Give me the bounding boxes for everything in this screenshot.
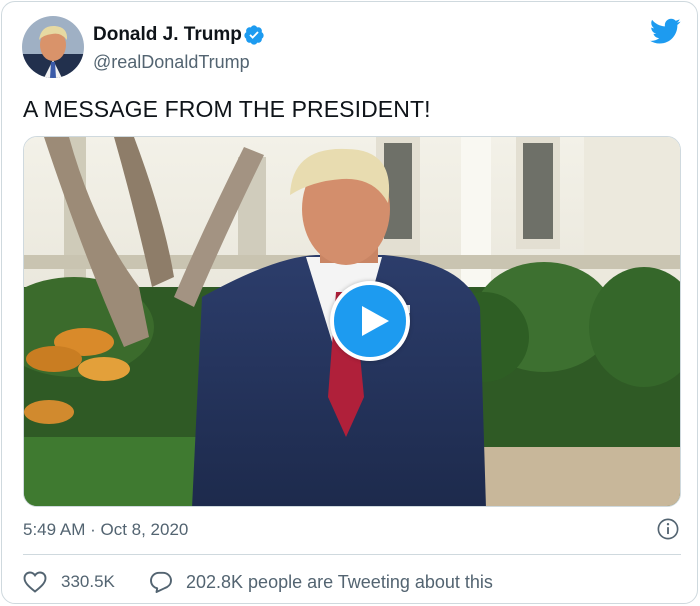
tweeting-about-text: 202.8K people are Tweeting about this xyxy=(186,571,493,592)
divider xyxy=(23,554,681,555)
heart-icon xyxy=(23,571,47,593)
tweet-about-this-button[interactable]: 202.8K people are Tweeting about this xyxy=(149,568,493,596)
speech-bubble-icon xyxy=(150,571,172,593)
tweet-card[interactable]: Donald J. Trump @realDonaldTrump A MESSA… xyxy=(1,1,698,604)
tweet-timestamp[interactable]: 5:49 AM · Oct 8, 2020 xyxy=(23,520,188,540)
info-icon[interactable] xyxy=(657,518,679,540)
author-name[interactable]: Donald J. Trump xyxy=(93,24,242,46)
tweet-text: A MESSAGE FROM THE PRESIDENT! xyxy=(23,96,431,122)
play-icon xyxy=(362,306,389,336)
like-count: 330.5K xyxy=(61,572,115,591)
play-button[interactable] xyxy=(330,281,410,361)
video-thumbnail[interactable] xyxy=(23,136,681,507)
avatar[interactable] xyxy=(22,16,84,78)
verified-badge-icon xyxy=(244,25,264,45)
like-button[interactable]: 330.5K xyxy=(23,568,115,596)
author-handle[interactable]: @realDonaldTrump xyxy=(93,52,250,73)
twitter-bird-icon[interactable] xyxy=(650,18,681,45)
